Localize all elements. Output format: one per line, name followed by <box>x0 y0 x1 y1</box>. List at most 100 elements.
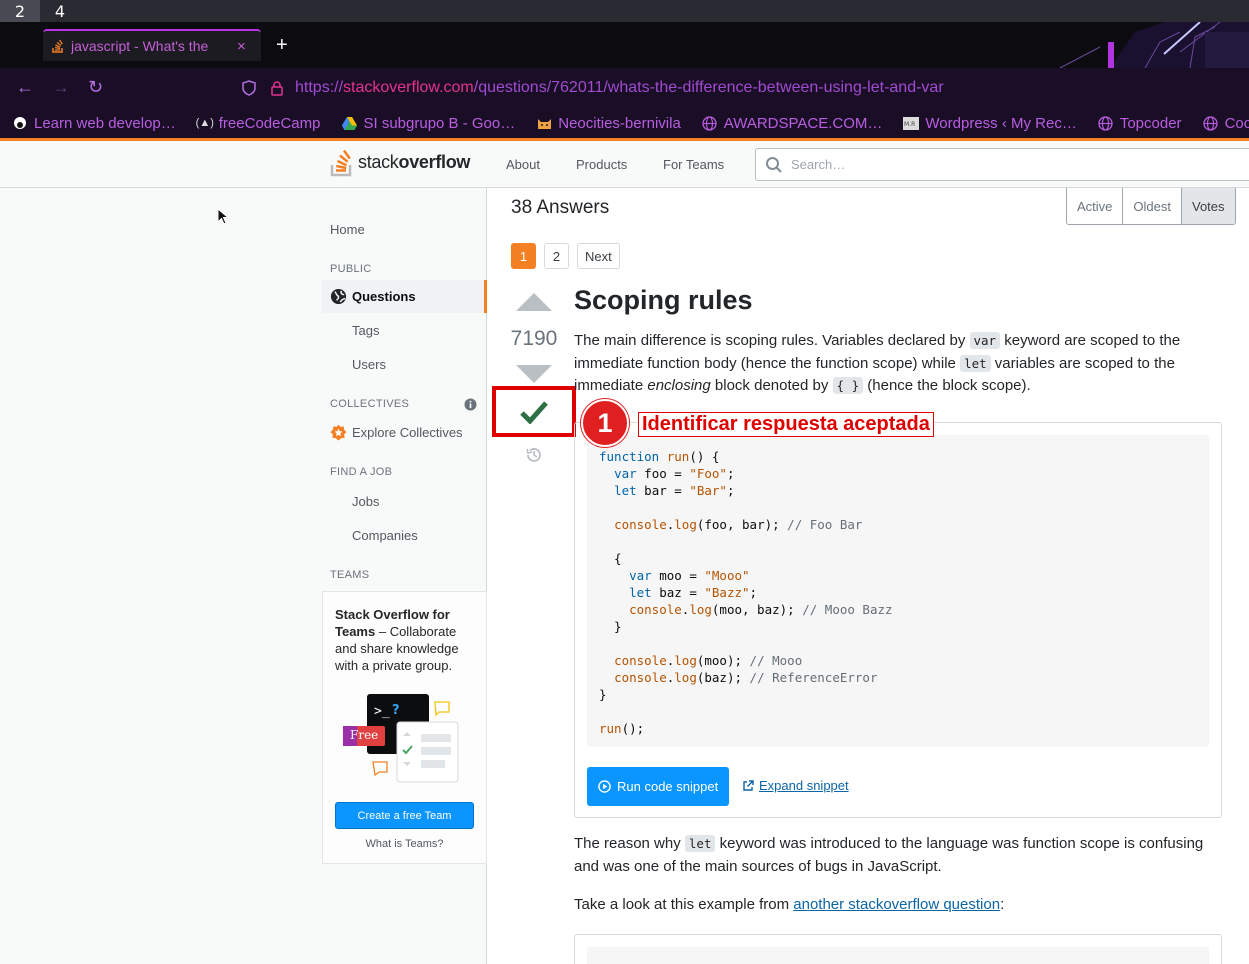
sidebar-item-tags[interactable]: Tags <box>352 323 379 338</box>
bookmark-awardspace[interactable]: AWARDSPACE.COM… <box>702 115 882 132</box>
code-snippet: function run() { var foo = "Foo"; let ba… <box>574 422 1222 818</box>
mouse-cursor-icon <box>217 208 229 225</box>
inline-code: var <box>969 332 1001 349</box>
bookmark-topcoder[interactable]: Topcoder <box>1098 115 1182 132</box>
answer-paragraph-1: The main difference is scoping rules. Va… <box>574 332 1181 394</box>
next-page-button[interactable]: Next <box>577 243 620 269</box>
sidebar-heading-public: PUBLIC <box>330 263 372 275</box>
globe-icon <box>330 288 347 305</box>
sort-oldest-button[interactable]: Oldest <box>1123 188 1182 224</box>
lock-icon[interactable] <box>269 80 285 96</box>
sidebar-item-home[interactable]: Home <box>330 222 365 237</box>
accepted-checkmark-icon[interactable] <box>520 400 548 424</box>
sort-active-button[interactable]: Active <box>1067 188 1124 224</box>
sidebar-heading-teams: TEAMS <box>330 569 370 581</box>
browser-tab-bar: javascript - What's the × + <box>0 22 1249 68</box>
inline-code: let <box>684 835 716 852</box>
workspace-2[interactable]: 2 <box>0 0 40 22</box>
neocities-cat-icon <box>536 115 552 131</box>
tab-close-icon[interactable]: × <box>237 38 246 55</box>
annotation-step-badge: 1 <box>581 399 629 447</box>
code-block[interactable]: function run() { var foo = "Foo"; let ba… <box>587 435 1209 747</box>
answer-body: Scoping rules The main difference is sco… <box>574 285 1224 398</box>
bookmark-wordpress[interactable]: M.R Wordpress ‹ My Rec… <box>903 115 1077 132</box>
run-code-snippet-label: Run code snippet <box>617 779 719 794</box>
inline-code: { } <box>832 377 864 394</box>
site-header: stackoverflow About Products For Teams S… <box>0 141 1249 188</box>
freecodecamp-icon: (▲) <box>195 117 214 129</box>
tab-title: javascript - What's the <box>71 38 209 54</box>
page-2-button[interactable]: 2 <box>544 243 569 269</box>
code-block-2[interactable] <box>587 947 1209 964</box>
new-tab-button[interactable]: + <box>276 34 288 57</box>
logo-text-light: stack <box>358 151 399 172</box>
workspace-4[interactable]: 4 <box>40 0 80 22</box>
logo-text-bold: overflow <box>398 151 471 172</box>
vote-cell: 7190 <box>503 293 565 383</box>
theme-decoration-image <box>1040 22 1249 68</box>
search-input[interactable]: Search… <box>755 148 1249 181</box>
what-is-teams-link[interactable]: What is Teams? <box>323 838 486 850</box>
url-text: https://stackoverflow.com/questions/7620… <box>295 79 944 96</box>
nav-products[interactable]: Products <box>576 157 627 172</box>
play-circle-icon <box>598 780 611 793</box>
sidebar-label-questions: Questions <box>352 289 416 304</box>
bookmark-neocities[interactable]: Neocities-bernivila <box>536 115 681 132</box>
upvote-arrow-icon[interactable] <box>516 293 552 311</box>
globe-icon <box>1203 115 1219 131</box>
downvote-arrow-icon[interactable] <box>516 365 552 383</box>
svg-text:?: ? <box>392 703 400 718</box>
browser-tab[interactable]: javascript - What's the × <box>43 29 261 61</box>
sidebar-heading-collectives: COLLECTIVES <box>330 398 410 410</box>
sidebar-heading-find-job: FIND A JOB <box>330 466 393 478</box>
collectives-star-icon <box>330 424 347 441</box>
bookmarks-bar: Learn web develop… (▲) freeCodeCamp SI s… <box>0 108 1249 138</box>
code-text: function run() { var foo = "Foo"; let ba… <box>599 449 893 736</box>
teams-promo-text: Stack Overflow for Teams – Collaborate a… <box>335 606 475 674</box>
left-sidebar: Home PUBLIC Questions Tags Users COLLECT… <box>322 188 487 964</box>
sidebar-item-users[interactable]: Users <box>352 357 386 372</box>
run-code-snippet-button[interactable]: Run code snippet <box>587 767 729 806</box>
page-1-button[interactable]: 1 <box>511 243 536 269</box>
expand-snippet-link[interactable]: Expand snippet <box>742 778 849 793</box>
external-link-icon <box>743 779 754 791</box>
url-bar[interactable]: https://stackoverflow.com/questions/7620… <box>229 72 1249 104</box>
bookmark-coc[interactable]: Coc <box>1203 115 1249 132</box>
answer-sort-tabs: Active Oldest Votes <box>1066 188 1236 225</box>
another-question-link[interactable]: another stackoverflow question <box>793 896 1000 913</box>
globe-icon <box>1098 115 1114 131</box>
sidebar-label-explore-collectives: Explore Collectives <box>352 425 463 440</box>
annotation-label: Identificar respuesta aceptada <box>638 412 934 437</box>
teams-promo-card: Stack Overflow for Teams – Collaborate a… <box>322 591 487 864</box>
create-free-team-button[interactable]: Create a free Team <box>335 802 474 829</box>
back-icon[interactable]: ← <box>16 77 34 98</box>
code-snippet-2 <box>574 934 1222 964</box>
sidebar-item-questions[interactable]: Questions <box>322 280 487 313</box>
search-placeholder: Search… <box>791 157 846 172</box>
sidebar-item-jobs[interactable]: Jobs <box>352 494 379 509</box>
sort-votes-button[interactable]: Votes <box>1181 188 1235 224</box>
accepted-answer-highlight <box>492 386 576 437</box>
reload-icon[interactable]: ↻ <box>88 77 103 98</box>
nav-for-teams[interactable]: For Teams <box>663 157 724 172</box>
nav-about[interactable]: About <box>506 157 540 172</box>
bookmark-freecodecamp[interactable]: (▲) freeCodeCamp <box>195 115 321 132</box>
sidebar-item-companies[interactable]: Companies <box>352 528 418 543</box>
globe-icon <box>702 115 718 131</box>
vote-count: 7190 <box>510 327 558 350</box>
answers-count-title: 38 Answers <box>511 197 610 218</box>
answers-pager: 1 2 Next <box>511 243 628 269</box>
sidebar-item-explore-collectives[interactable]: Explore Collectives <box>330 424 463 441</box>
bookmark-google-drive[interactable]: SI subgrupo B - Goo… <box>341 115 515 132</box>
stackoverflow-logo-icon <box>330 149 352 177</box>
free-badge: Free <box>350 728 379 742</box>
info-icon[interactable] <box>464 398 477 411</box>
forward-icon[interactable]: → <box>52 77 70 98</box>
stackoverflow-logo[interactable]: stackoverflow <box>330 147 470 177</box>
bookmark-mdn[interactable]: Learn web develop… <box>12 115 176 132</box>
history-icon[interactable] <box>525 446 543 464</box>
search-icon <box>766 156 782 173</box>
shield-icon[interactable] <box>241 80 257 96</box>
svg-text:M.R: M.R <box>904 121 915 128</box>
stackoverflow-favicon-icon <box>52 39 63 53</box>
